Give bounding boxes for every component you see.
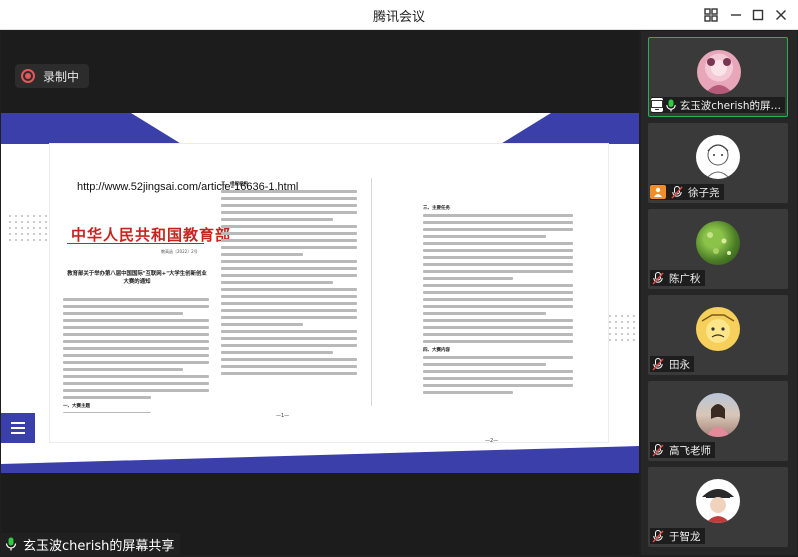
avatar xyxy=(696,221,740,265)
avatar xyxy=(696,479,740,523)
shared-document-view: http://www.52jingsai.com/article-16636-1… xyxy=(1,113,639,473)
participant-tile[interactable]: 于智龙 xyxy=(648,467,788,547)
letterhead-rule xyxy=(67,243,204,244)
participant-name: 陈广秋 xyxy=(669,272,701,285)
letterhead: 中华人民共和国教育部 xyxy=(71,226,232,244)
section-heading: 三、主要任务 xyxy=(423,206,450,211)
participant-name: 于智龙 xyxy=(669,530,701,543)
participant-name: 玄玉波cherish的屏… xyxy=(679,99,781,112)
recording-label: 录制中 xyxy=(43,69,80,84)
page-divider xyxy=(371,178,372,406)
recording-indicator[interactable]: 录制中 xyxy=(15,64,90,88)
mic-muted-icon xyxy=(650,356,666,372)
outline-menu-button[interactable] xyxy=(1,413,35,443)
screen-share-owner: 玄玉波cherish的屏幕共享 xyxy=(23,538,175,554)
right-column-text: 三、主要任务 四、大赛内容 xyxy=(423,205,573,405)
record-icon xyxy=(21,69,35,83)
meeting-window: 腾讯会议 录制中 http://www.52jingsai.com/articl… xyxy=(0,0,798,557)
page-number: —2— xyxy=(485,438,499,444)
left-column-text: 一、大赛主题 xyxy=(63,298,209,413)
maximize-icon[interactable] xyxy=(747,4,769,26)
mic-muted-icon xyxy=(650,442,666,458)
page-number: —1— xyxy=(276,413,290,419)
participant-namebar: 高飞老师 xyxy=(650,442,715,458)
mic-muted-icon xyxy=(669,184,685,200)
participant-namebar: 于智龙 xyxy=(650,528,705,544)
title-bar: 腾讯会议 xyxy=(0,0,798,30)
mic-on-icon xyxy=(3,536,19,552)
participant-namebar: 徐子尧 xyxy=(650,184,724,200)
warning-user-icon xyxy=(650,185,666,199)
decorative-dots xyxy=(7,213,47,243)
mic-on-icon xyxy=(666,97,677,113)
section-heading: 二、组织机构 xyxy=(221,182,248,187)
participant-name: 田永 xyxy=(669,358,690,371)
grid-icon[interactable] xyxy=(700,4,722,26)
participant-tile[interactable]: 田永 xyxy=(648,295,788,375)
avatar xyxy=(697,50,741,94)
participant-namebar: 陈广秋 xyxy=(650,270,705,286)
section-heading: 四、大赛内容 xyxy=(423,348,450,353)
participant-tile[interactable]: 徐子尧 xyxy=(648,123,788,203)
minimize-icon[interactable] xyxy=(725,4,747,26)
participant-tile[interactable]: 玄玉波cherish的屏… xyxy=(648,37,788,117)
avatar xyxy=(696,393,740,437)
participant-tile[interactable]: 高飞老师 xyxy=(648,381,788,461)
app-title: 腾讯会议 xyxy=(372,10,425,25)
screen-share-area: 录制中 http://www.52jingsai.com/article-166… xyxy=(1,31,639,555)
notice-title: 教育部关于举办第八届中国国际"互联网+"大学生创新创业大赛的通知 xyxy=(67,271,207,285)
menu-icon xyxy=(11,422,25,434)
close-icon[interactable] xyxy=(770,4,792,26)
section-heading: 一、大赛主题 xyxy=(63,404,90,409)
participant-name: 高飞老师 xyxy=(669,444,711,457)
screen-share-icon xyxy=(651,98,663,112)
participant-tile[interactable]: 陈广秋 xyxy=(648,209,788,289)
screen-share-label: 玄玉波cherish的屏幕共享 xyxy=(1,533,181,555)
participant-panel: 玄玉波cherish的屏… 徐子尧 陈广秋 田永 高飞老师 于智龙 xyxy=(641,31,797,555)
participant-namebar: 玄玉波cherish的屏… xyxy=(651,97,785,113)
participant-namebar: 田永 xyxy=(650,356,694,372)
middle-column-text: 二、组织机构 xyxy=(221,181,357,401)
document-number: 教高函〔2022〕2号 xyxy=(161,249,198,254)
participant-name: 徐子尧 xyxy=(688,186,720,199)
avatar xyxy=(696,135,740,179)
mic-muted-icon xyxy=(650,528,666,544)
mic-muted-icon xyxy=(650,270,666,286)
avatar xyxy=(696,307,740,351)
